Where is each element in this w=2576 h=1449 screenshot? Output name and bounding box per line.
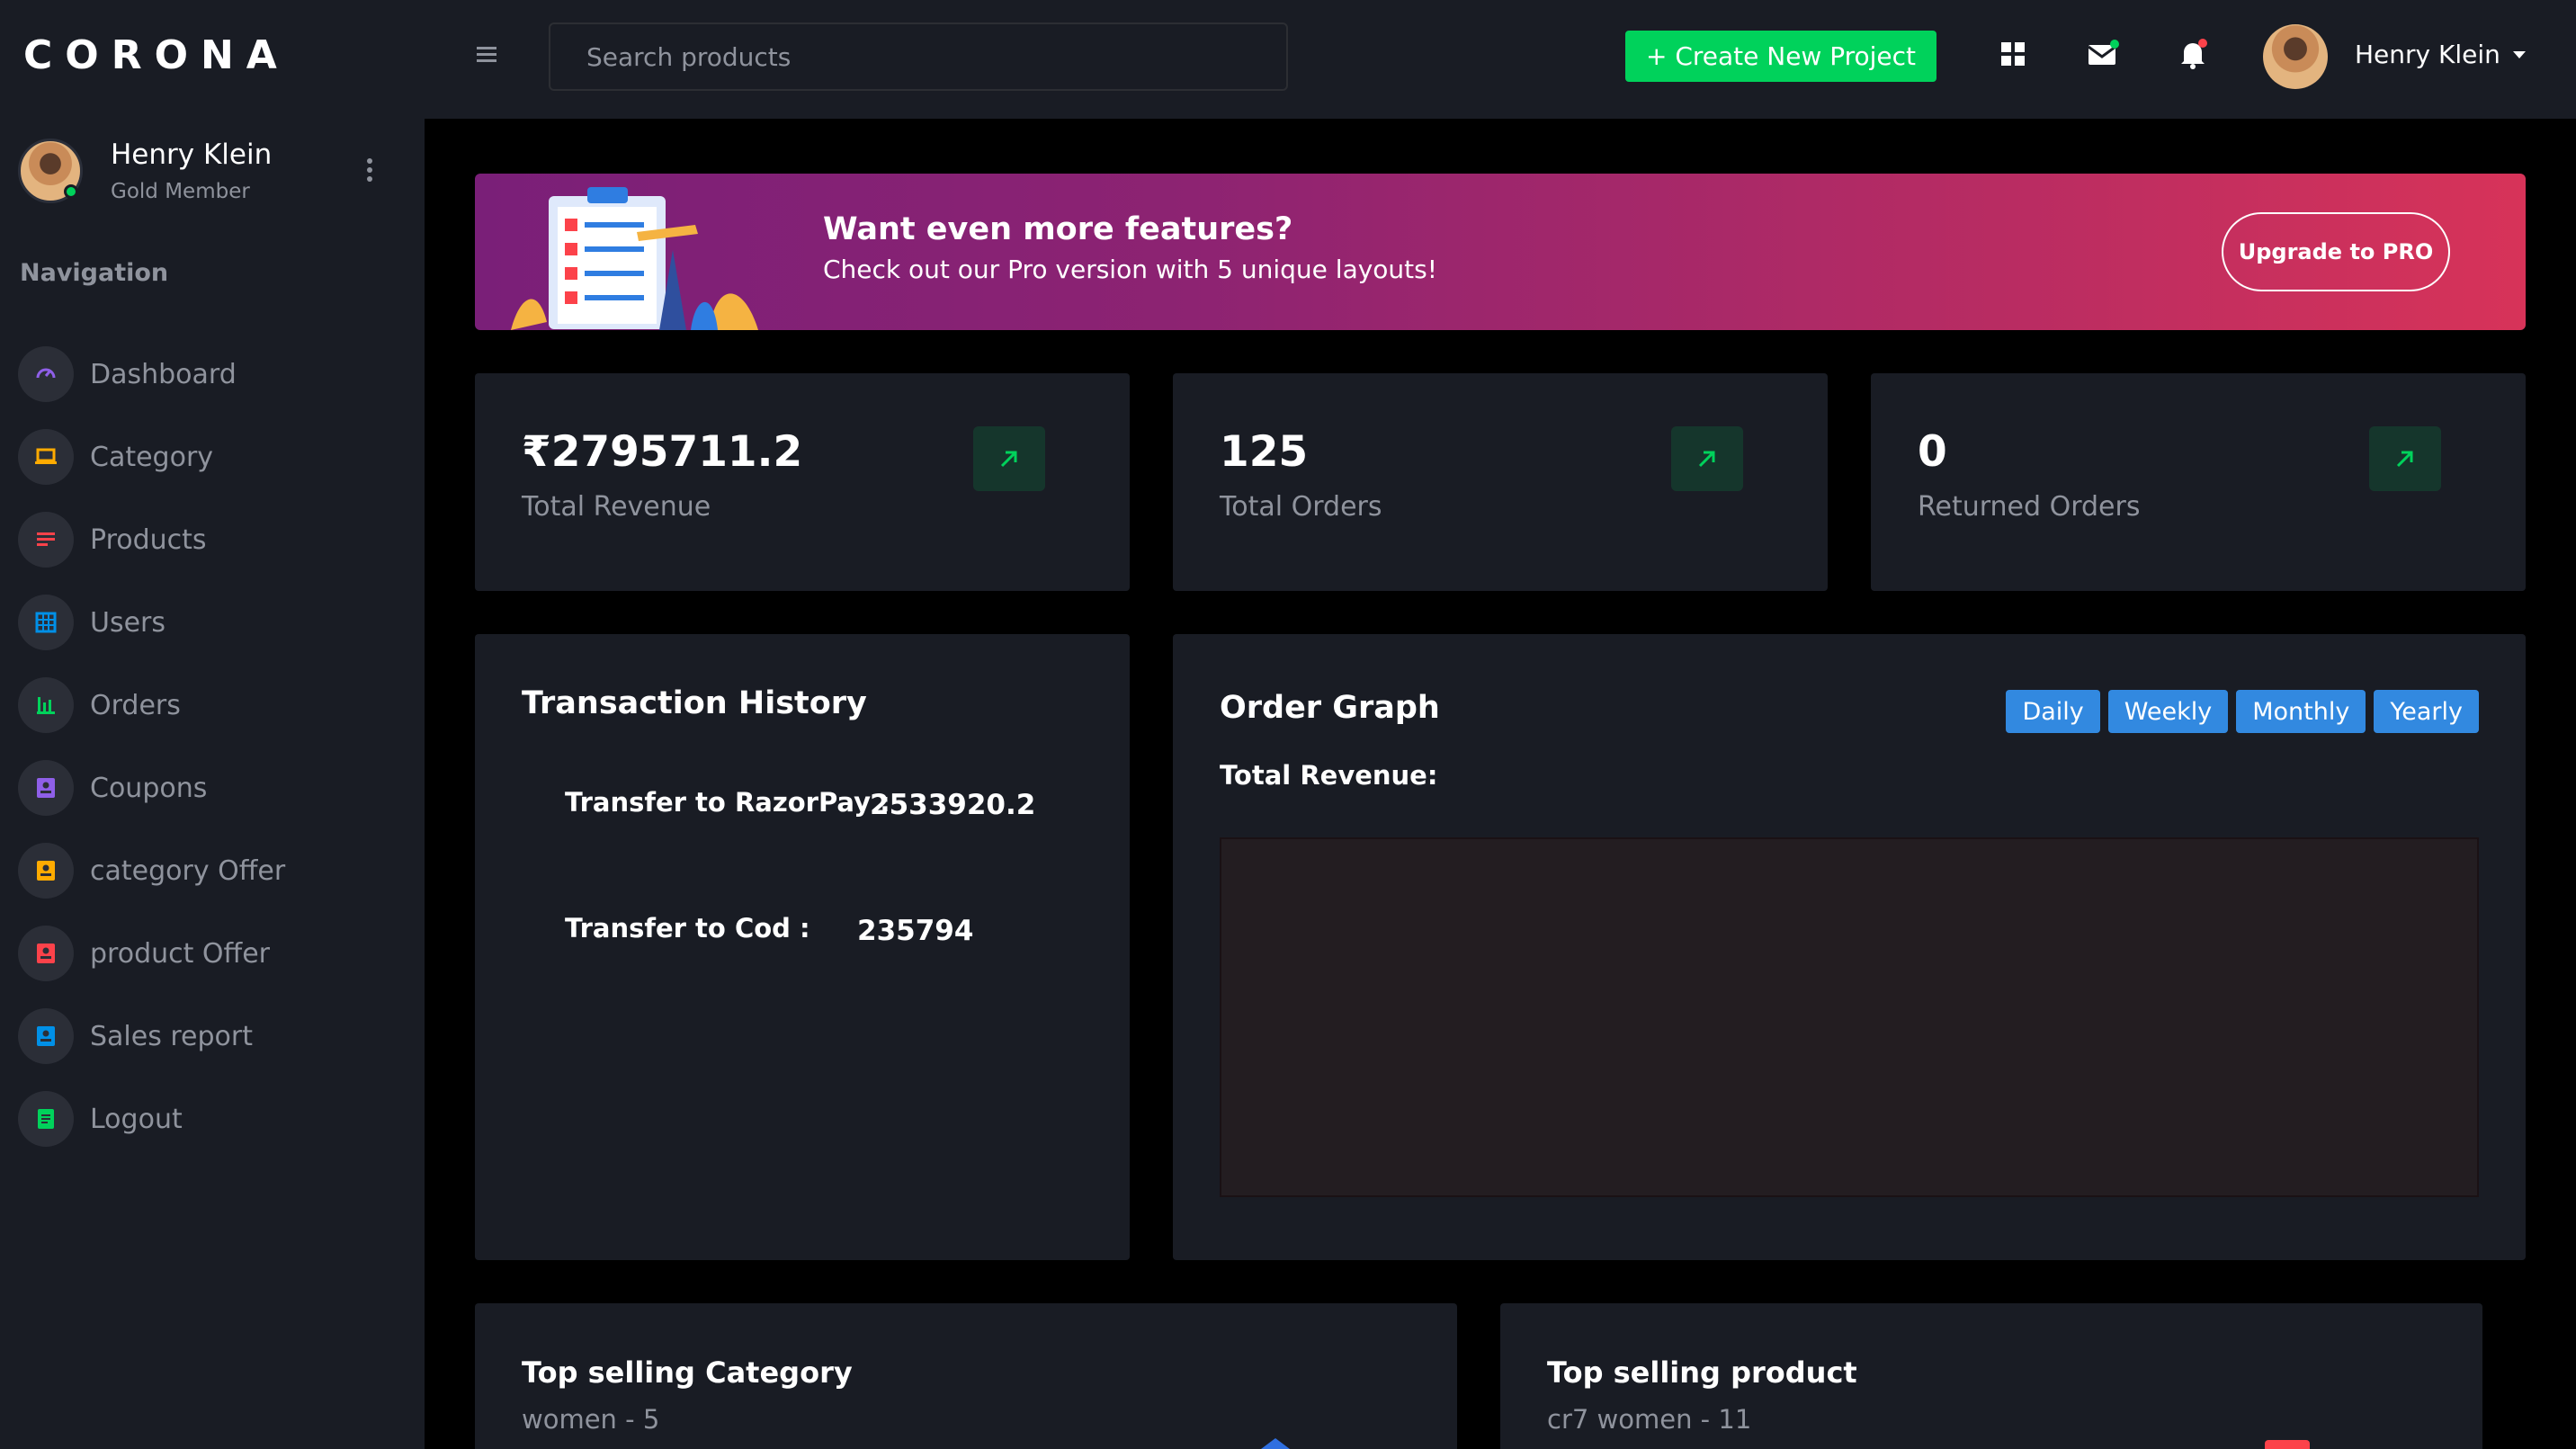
stat-value: ₹2795711.2: [522, 427, 803, 477]
sidebar: CORONA Henry Klein Gold Member Navigatio…: [0, 0, 425, 1449]
upgrade-pro-button[interactable]: Upgrade to PRO: [2222, 212, 2450, 291]
sidebar-item-label: Orders: [90, 689, 181, 721]
chart-marker-icon: [2265, 1440, 2310, 1449]
profile-role: Gold Member: [111, 180, 250, 203]
graph-period-tabs: Daily Weekly Monthly Yearly: [2006, 690, 2479, 733]
sidebar-item-label: Users: [90, 606, 166, 639]
app-root: CORONA Henry Klein Gold Member Navigatio…: [0, 0, 2576, 1449]
more-options-icon[interactable]: [365, 158, 374, 185]
stat-value: 125: [1220, 427, 1309, 477]
banner-title: Want even more features?: [823, 211, 1293, 247]
sidebar-item-label: product Offer: [90, 937, 270, 970]
sidebar-item-label: category Offer: [90, 854, 286, 887]
sidebar-item-coupons[interactable]: Coupons: [18, 747, 414, 829]
card-title: Order Graph: [1220, 690, 1440, 726]
stat-card-returned: 0 Returned Orders: [1871, 373, 2526, 591]
sidebar-nav: Dashboard Category Products Users Orders…: [18, 333, 414, 1160]
sidebar-item-label: Coupons: [90, 772, 208, 804]
sidebar-item-product-offer[interactable]: product Offer: [18, 912, 414, 995]
mail-icon[interactable]: [2085, 36, 2121, 72]
tab-yearly[interactable]: Yearly: [2374, 690, 2479, 733]
arrow-up-right-icon: [2369, 426, 2441, 491]
transaction-value: 235794: [857, 915, 974, 947]
nav-heading: Navigation: [20, 259, 169, 287]
stat-label: Total Revenue: [522, 491, 711, 523]
card-title: Transaction History: [522, 685, 867, 721]
sidebar-item-products[interactable]: Products: [18, 498, 414, 581]
chart-marker-icon: [1261, 1438, 1290, 1449]
arrow-up-right-icon: [1671, 426, 1743, 491]
sidebar-item-category-offer[interactable]: category Offer: [18, 829, 414, 912]
card-title: Top selling Category: [522, 1355, 853, 1390]
contact-icon: [18, 1008, 74, 1064]
menu-toggle-icon[interactable]: [477, 47, 496, 63]
topbar: + Create New Project Henry Klein: [425, 0, 2576, 119]
graph-plot-area: [1220, 837, 2479, 1197]
arrow-up-right-icon: [973, 426, 1045, 491]
sidebar-item-orders[interactable]: Orders: [18, 664, 414, 747]
chart-icon: [18, 677, 74, 733]
sidebar-item-label: Sales report: [90, 1020, 254, 1052]
transaction-value: 2533920.2: [870, 789, 1036, 821]
sidebar-item-users[interactable]: Users: [18, 581, 414, 664]
graph-subtitle: Total Revenue:: [1220, 760, 1438, 791]
sidebar-item-dashboard[interactable]: Dashboard: [18, 333, 414, 416]
transaction-label: Transfer to Cod :: [565, 913, 810, 944]
list-icon: [18, 512, 74, 568]
sidebar-item-logout[interactable]: Logout: [18, 1078, 414, 1160]
create-project-button[interactable]: + Create New Project: [1625, 31, 1936, 82]
bell-icon[interactable]: [2175, 36, 2211, 72]
promo-banner: Want even more features? Check out our P…: [475, 174, 2526, 330]
top-category-value: women - 5: [522, 1404, 660, 1435]
sidebar-profile[interactable]: Henry Klein Gold Member: [18, 139, 407, 207]
user-menu-name: Henry Klein: [2355, 40, 2500, 69]
tab-monthly[interactable]: Monthly: [2236, 690, 2366, 733]
sidebar-item-category[interactable]: Category: [18, 416, 414, 498]
clipboard-illustration: [511, 187, 758, 330]
contact-icon: [18, 760, 74, 816]
card-title: Top selling product: [1547, 1355, 1857, 1390]
tab-daily[interactable]: Daily: [2006, 690, 2100, 733]
stat-label: Returned Orders: [1918, 491, 2141, 523]
top-product-card: Top selling product cr7 women - 11: [1500, 1303, 2482, 1449]
contact-icon: [18, 843, 74, 899]
tab-weekly[interactable]: Weekly: [2107, 690, 2229, 733]
transaction-label: Transfer to RazorPay :: [565, 787, 890, 818]
search-input[interactable]: [549, 22, 1288, 91]
sidebar-item-sales-report[interactable]: Sales report: [18, 995, 414, 1078]
document-icon: [18, 1091, 74, 1147]
stat-label: Total Orders: [1220, 491, 1382, 523]
sidebar-item-label: Logout: [90, 1103, 183, 1135]
stat-card-orders: 125 Total Orders: [1173, 373, 1828, 591]
apps-grid-icon[interactable]: [1995, 36, 2031, 72]
stat-card-revenue: ₹2795711.2 Total Revenue: [475, 373, 1130, 591]
banner-subtitle: Check out our Pro version with 5 unique …: [823, 255, 1437, 284]
chevron-down-icon: [2512, 50, 2526, 58]
profile-name: Henry Klein: [111, 139, 273, 171]
top-product-value: cr7 women - 11: [1547, 1404, 1752, 1435]
speedometer-icon: [18, 346, 74, 402]
avatar[interactable]: [18, 139, 83, 203]
online-status-dot: [64, 184, 78, 199]
user-menu[interactable]: Henry Klein: [2355, 40, 2526, 69]
top-category-card: Top selling Category women - 5: [475, 1303, 1457, 1449]
contact-icon: [18, 926, 74, 981]
sidebar-item-label: Products: [90, 523, 207, 556]
avatar[interactable]: [2263, 24, 2328, 89]
brand-logo[interactable]: CORONA: [23, 32, 290, 78]
transaction-history-card: Transaction History Transfer to RazorPay…: [475, 634, 1130, 1260]
sidebar-item-label: Dashboard: [90, 358, 237, 390]
order-graph-card: Order Graph Daily Weekly Monthly Yearly …: [1173, 634, 2526, 1260]
stat-value: 0: [1918, 427, 1947, 477]
laptop-icon: [18, 429, 74, 485]
sidebar-item-label: Category: [90, 441, 214, 473]
table-icon: [18, 595, 74, 650]
